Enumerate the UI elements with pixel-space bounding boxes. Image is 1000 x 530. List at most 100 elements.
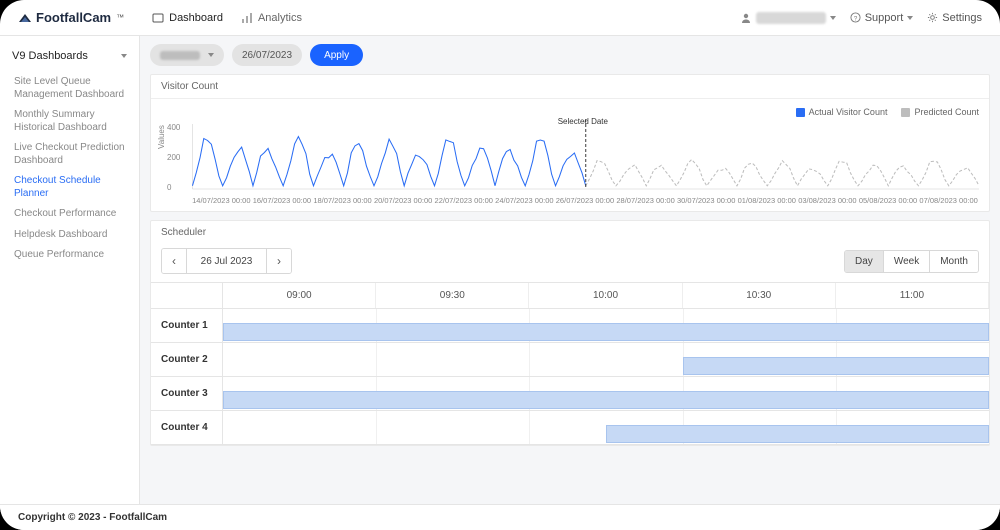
user-menu[interactable]: [740, 12, 836, 24]
scheduler-title: Scheduler: [151, 221, 989, 244]
prev-day-button[interactable]: ‹: [162, 249, 187, 273]
view-day-button[interactable]: Day: [845, 251, 884, 272]
nav-dashboard-label: Dashboard: [169, 12, 223, 24]
scheduler-track[interactable]: [223, 377, 989, 410]
sidebar-list: Site Level Queue Management DashboardMon…: [0, 68, 139, 266]
gear-icon: [927, 12, 938, 23]
nav-analytics-label: Analytics: [258, 12, 302, 24]
y-tick-0: 0: [167, 183, 171, 192]
user-icon: [740, 12, 752, 24]
selected-date-label: Selected Date: [558, 117, 608, 126]
time-header: 10:30: [683, 283, 836, 308]
user-name-redacted: [756, 12, 826, 24]
analytics-icon: [241, 12, 253, 24]
y-tick-400: 400: [167, 123, 180, 132]
x-tick: 05/08/2023 00:00: [858, 196, 919, 205]
chart-legend: Actual Visitor Count Predicted Count: [161, 107, 979, 117]
site-name-redacted: [160, 51, 200, 60]
time-header: 11:00: [836, 283, 989, 308]
scheduler-time-headers: 09:0009:3010:0010:3011:00: [223, 283, 989, 308]
sidebar-item[interactable]: Live Checkout Prediction Dashboard: [12, 138, 139, 171]
sidebar: V9 Dashboards Site Level Queue Managemen…: [0, 36, 140, 504]
sidebar-group-label: V9 Dashboards: [12, 50, 88, 62]
schedule-bar[interactable]: [683, 357, 989, 375]
x-tick-row: 14/07/2023 00:0016/07/2023 00:0018/07/20…: [161, 196, 979, 205]
x-tick: 14/07/2023 00:00: [191, 196, 252, 205]
scheduler-row: Counter 4: [151, 411, 989, 445]
visitor-count-panel: Visitor Count Actual Visitor Count Predi…: [150, 74, 990, 212]
chevron-left-icon: ‹: [172, 254, 176, 268]
support-label: Support: [865, 12, 904, 24]
support-icon: ?: [850, 12, 861, 23]
x-tick: 18/07/2023 00:00: [312, 196, 373, 205]
scheduler-toolbar: ‹ 26 Jul 2023 › Day Week Month: [151, 244, 989, 282]
scheduler-panel: Scheduler ‹ 26 Jul 2023 › Day Week Month: [150, 220, 990, 446]
sidebar-item[interactable]: Queue Performance: [12, 245, 139, 266]
top-nav: Dashboard Analytics: [152, 12, 302, 24]
x-tick: 30/07/2023 00:00: [676, 196, 737, 205]
x-tick: 26/07/2023 00:00: [555, 196, 616, 205]
schedule-bar[interactable]: [223, 391, 989, 409]
scheduler-header-blank: [151, 283, 223, 308]
view-week-button[interactable]: Week: [884, 251, 930, 272]
x-tick: 22/07/2023 00:00: [433, 196, 494, 205]
sidebar-item[interactable]: Site Level Queue Management Dashboard: [12, 72, 139, 105]
chevron-down-icon: [208, 53, 214, 57]
filter-row: 26/07/2023 Apply: [150, 44, 990, 66]
apply-button[interactable]: Apply: [310, 44, 363, 66]
date-value: 26/07/2023: [242, 50, 292, 61]
schedule-bar[interactable]: [606, 425, 989, 443]
date-nav-group: ‹ 26 Jul 2023 ›: [161, 248, 292, 274]
sidebar-item[interactable]: Checkout Performance: [12, 204, 139, 225]
svg-text:?: ?: [853, 15, 857, 22]
scheduler-track[interactable]: [223, 411, 989, 444]
x-tick: 20/07/2023 00:00: [373, 196, 434, 205]
main-content: 26/07/2023 Apply Visitor Count Actual Vi…: [140, 36, 1000, 504]
visitor-count-title: Visitor Count: [151, 75, 989, 99]
topbar: FootfallCam™ Dashboard Analytics ? Suppo…: [0, 0, 1000, 36]
view-month-button[interactable]: Month: [930, 251, 978, 272]
x-tick: 01/08/2023 00:00: [736, 196, 797, 205]
date-picker[interactable]: 26/07/2023: [232, 44, 302, 66]
nav-dashboard[interactable]: Dashboard: [152, 12, 223, 24]
counter-label: Counter 2: [151, 343, 223, 376]
scheduler-grid: 09:0009:3010:0010:3011:00 Counter 1Count…: [151, 282, 989, 445]
scheduler-row: Counter 2: [151, 343, 989, 377]
apply-label: Apply: [324, 50, 349, 61]
nav-analytics[interactable]: Analytics: [241, 12, 302, 24]
sidebar-item[interactable]: Checkout Schedule Planner: [12, 171, 139, 204]
y-tick-200: 200: [167, 153, 180, 162]
scheduler-row: Counter 3: [151, 377, 989, 411]
scheduler-track[interactable]: [223, 343, 989, 376]
settings-link[interactable]: Settings: [927, 12, 982, 24]
chart-area: Values 400 200 0 Selected Date 14/07/202…: [161, 119, 979, 209]
y-axis-label: Values: [157, 125, 166, 149]
support-link[interactable]: ? Support: [850, 12, 914, 24]
chevron-right-icon: ›: [277, 254, 281, 268]
sidebar-item[interactable]: Helpdesk Dashboard: [12, 225, 139, 246]
scheduler-date-label: 26 Jul 2023: [201, 256, 253, 267]
next-day-button[interactable]: ›: [267, 249, 291, 273]
time-header: 10:00: [529, 283, 682, 308]
footer-copyright: Copyright © 2023 - FootfallCam: [18, 512, 167, 523]
time-header: 09:30: [376, 283, 529, 308]
chevron-down-icon: [830, 16, 836, 20]
footer: Copyright © 2023 - FootfallCam: [0, 504, 1000, 530]
counter-label: Counter 4: [151, 411, 223, 444]
counter-label: Counter 1: [151, 309, 223, 342]
site-select[interactable]: [150, 44, 224, 66]
legend-predicted: Predicted Count: [901, 107, 979, 117]
chevron-down-icon: [907, 16, 913, 20]
sidebar-item[interactable]: Monthly Summary Historical Dashboard: [12, 105, 139, 138]
x-tick: 03/08/2023 00:00: [797, 196, 858, 205]
brand-icon: [18, 12, 32, 24]
schedule-bar[interactable]: [223, 323, 989, 341]
scheduler-header-row: 09:0009:3010:0010:3011:00: [151, 283, 989, 309]
dashboard-icon: [152, 12, 164, 24]
chevron-down-icon: [121, 54, 127, 58]
scheduler-date-button[interactable]: 26 Jul 2023: [187, 249, 267, 273]
sidebar-group-toggle[interactable]: V9 Dashboards: [0, 44, 139, 68]
scheduler-row: Counter 1: [151, 309, 989, 343]
time-header: 09:00: [223, 283, 376, 308]
scheduler-track[interactable]: [223, 309, 989, 342]
